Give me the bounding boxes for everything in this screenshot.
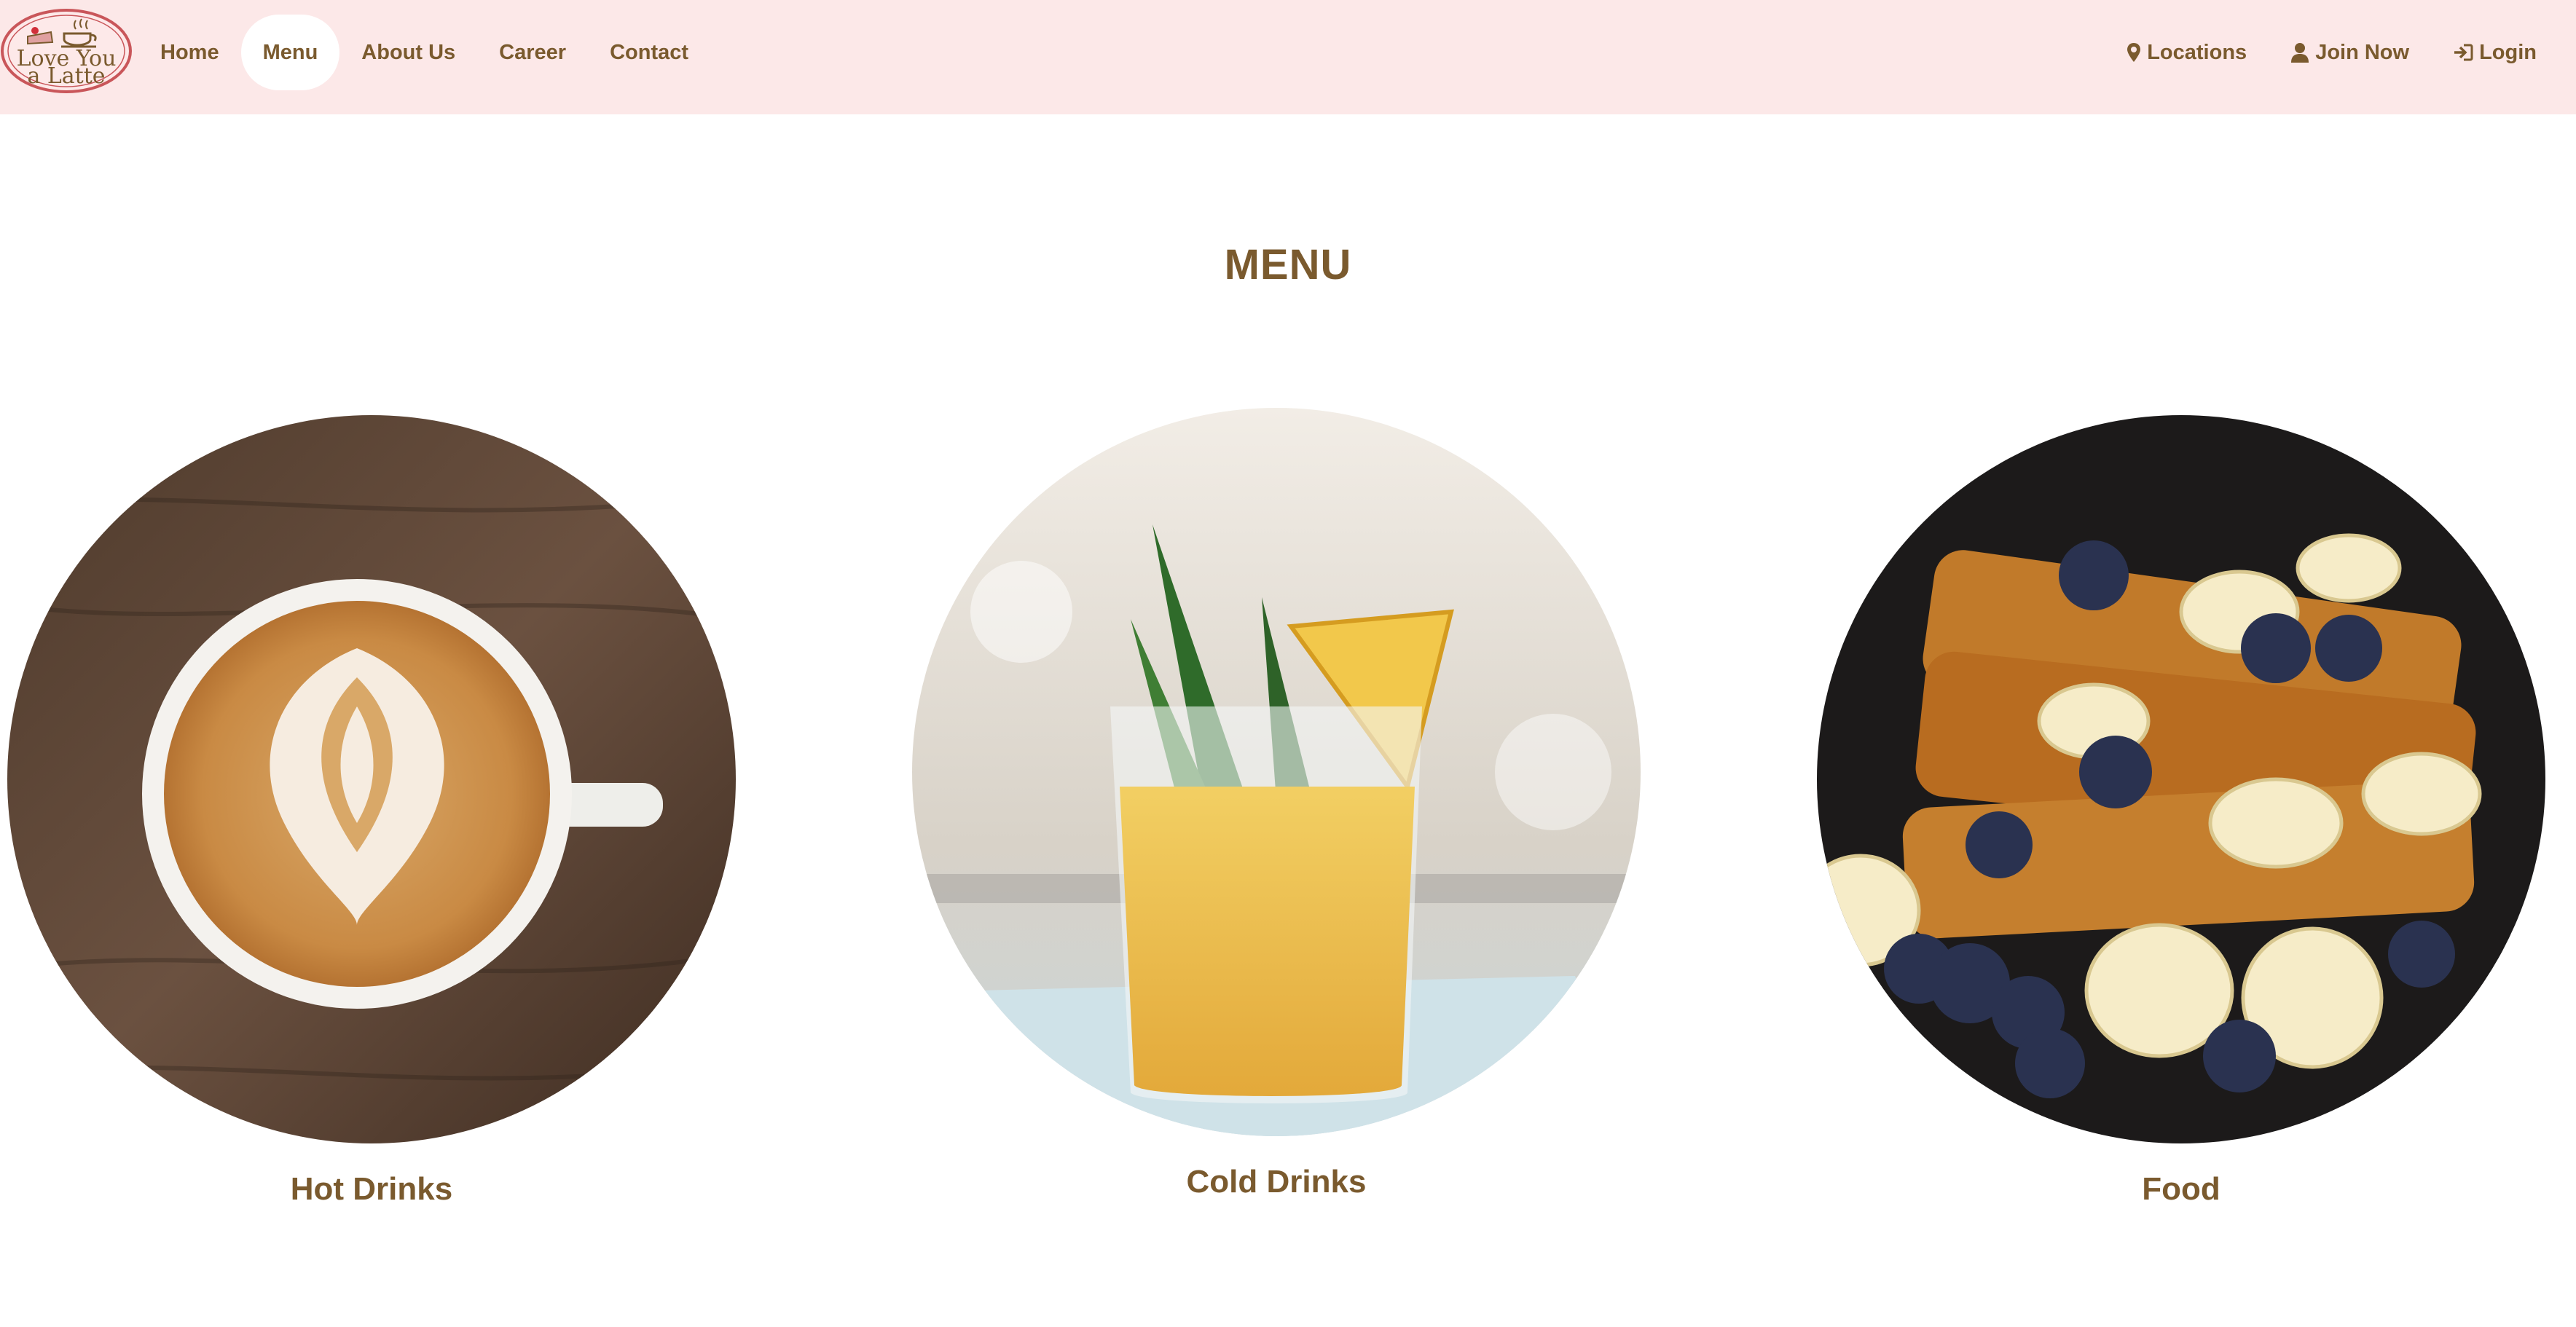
hot-drinks-image[interactable] [7, 415, 736, 1143]
cold-drinks-image[interactable] [912, 408, 1641, 1136]
page-title: MENU [1224, 241, 1352, 288]
menu-card-hot-drinks: Hot Drinks [7, 415, 736, 1208]
main-nav: Home Menu About Us Career Contact [138, 15, 710, 90]
menu-card-food: Food [1817, 415, 2545, 1208]
nav-contact[interactable]: Contact [588, 15, 710, 90]
nav-login[interactable]: Login [2431, 15, 2559, 90]
top-navbar: Love You a Latte Home Menu About Us Care… [0, 0, 2576, 114]
user-icon [2290, 42, 2309, 63]
cold-drinks-label[interactable]: Cold Drinks [912, 1164, 1641, 1200]
nav-about-us[interactable]: About Us [339, 15, 477, 90]
food-label[interactable]: Food [1817, 1171, 2545, 1208]
map-marker-icon [2127, 42, 2141, 63]
nav-menu[interactable]: Menu [240, 15, 340, 90]
nav-login-label: Login [2479, 40, 2537, 64]
account-nav: Locations Join Now Login [2105, 15, 2559, 90]
nav-locations-label: Locations [2147, 40, 2247, 64]
nav-career[interactable]: Career [477, 15, 588, 90]
nav-join-now-label: Join Now [2315, 40, 2410, 64]
food-image[interactable] [1817, 415, 2545, 1143]
nav-locations[interactable]: Locations [2105, 15, 2269, 90]
login-icon [2453, 43, 2473, 62]
menu-card-cold-drinks: Cold Drinks [912, 408, 1641, 1200]
nav-join-now[interactable]: Join Now [2269, 15, 2431, 90]
hot-drinks-label[interactable]: Hot Drinks [7, 1171, 736, 1208]
logo-line-2: a Latte [27, 63, 105, 89]
brand-logo[interactable]: Love You a Latte [0, 6, 133, 93]
nav-home[interactable]: Home [138, 15, 241, 90]
